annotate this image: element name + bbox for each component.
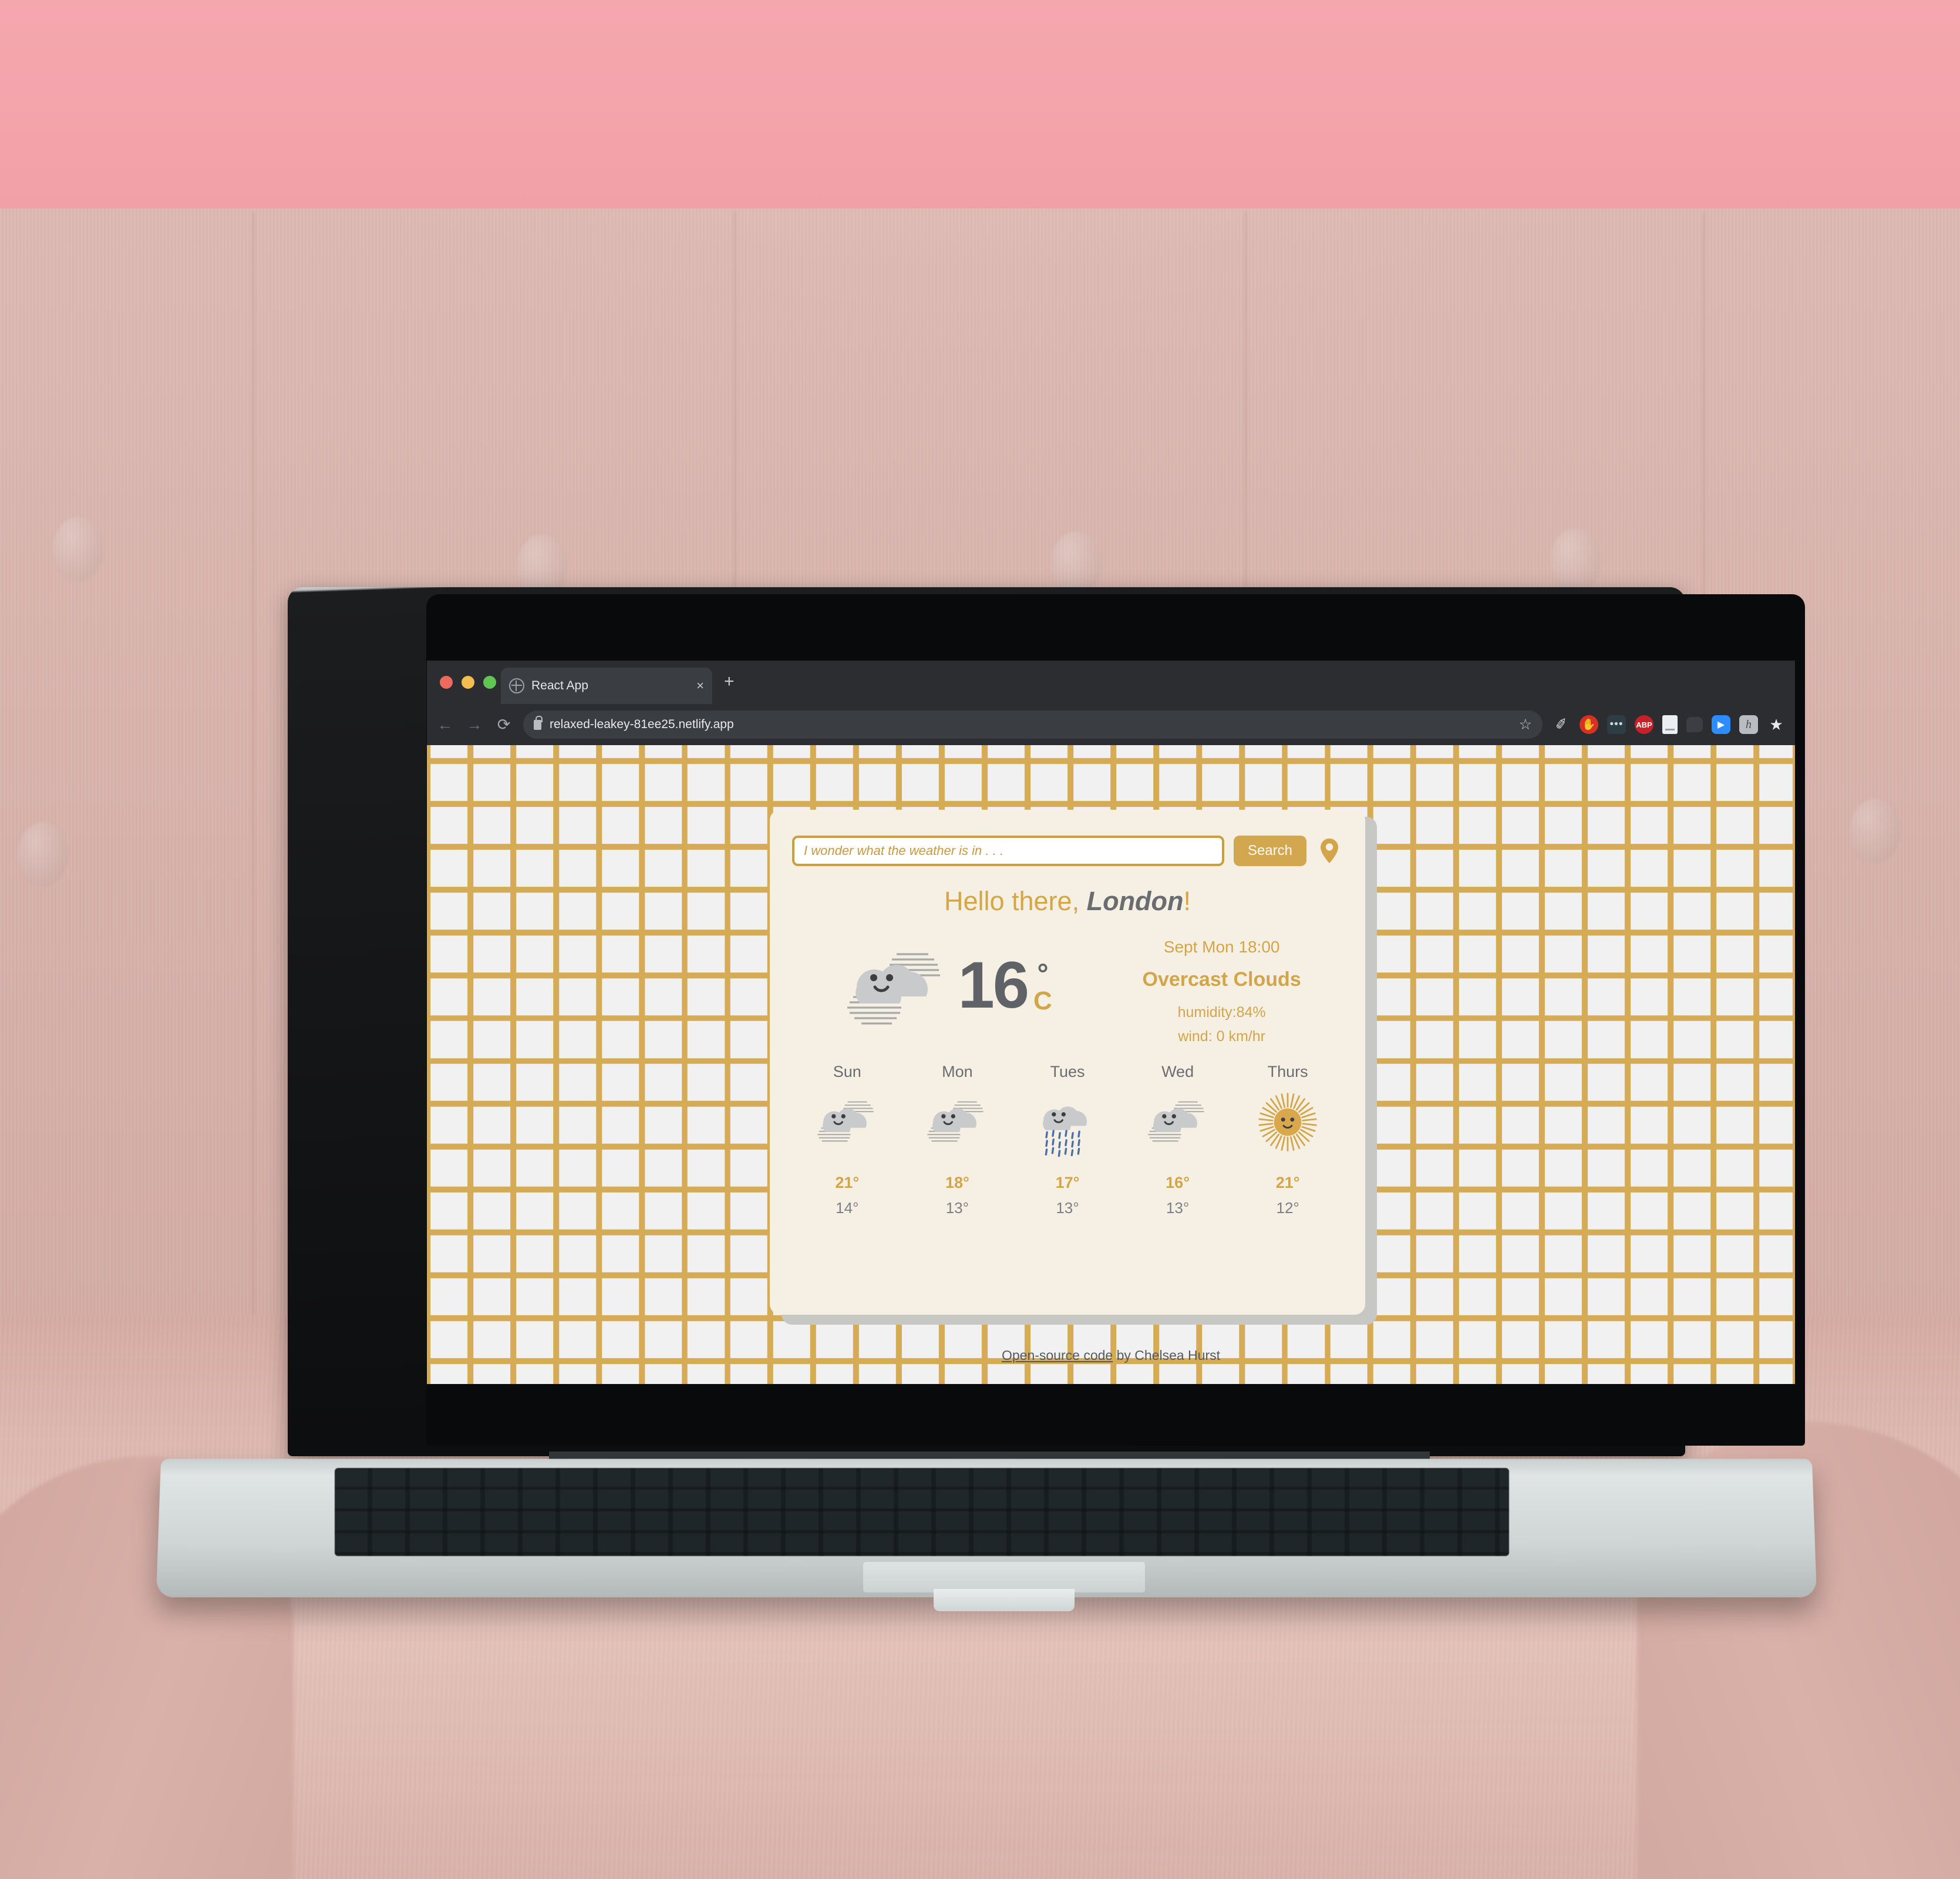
honey-icon[interactable]: h	[1739, 715, 1758, 734]
celsius-label: C	[1033, 989, 1052, 1013]
forecast-day: Sun 21° 14°	[792, 1063, 902, 1217]
footer-author: by Chelsea Hurst	[1113, 1348, 1220, 1363]
forecast-day: Mon 18° 13°	[902, 1063, 1013, 1217]
laptop-front-notch	[934, 1589, 1075, 1611]
search-input[interactable]	[792, 836, 1224, 866]
window-controls[interactable]	[440, 676, 496, 689]
laptop-keyboard	[335, 1468, 1509, 1556]
map-pin-glyph	[1319, 838, 1339, 864]
url-text: relaxed-leakey-81ee25.netlify.app	[550, 718, 734, 732]
greeting: Hello there, London!	[792, 886, 1343, 917]
adblock-plus-icon[interactable]: ABP	[1635, 715, 1653, 734]
new-tab-button[interactable]: +	[724, 676, 735, 688]
document-icon[interactable]	[1662, 715, 1678, 734]
current-conditions: 16 ° C Sept Mon 18:00 Overcast Clouds hu…	[792, 932, 1343, 1045]
forecast-high: 17°	[1012, 1174, 1123, 1192]
open-source-code-link[interactable]: Open-source code	[1002, 1348, 1113, 1363]
ublock-stop-icon[interactable]: ✋	[1580, 715, 1598, 734]
forecast-day-name: Sun	[792, 1063, 902, 1081]
forecast-day-name: Mon	[902, 1063, 1013, 1081]
greeting-prefix: Hello there,	[944, 886, 1079, 916]
browser-toolbar: ← → ⟳ relaxed-leakey-81ee25.netlify.app …	[427, 704, 1795, 745]
forecast-day: Wed 16° 13°	[1123, 1063, 1233, 1217]
map-pin-icon[interactable]	[1316, 836, 1343, 866]
couch-tuft	[53, 517, 103, 581]
back-button[interactable]: ←	[435, 716, 455, 734]
forecast-high: 18°	[902, 1174, 1013, 1192]
laptop-lid: React App × + ← → ⟳ relaxed-leakey-81ee2…	[288, 587, 1685, 1456]
overcast-cloud-icon	[792, 1092, 902, 1166]
current-humidity: humidity:84%	[1100, 1004, 1343, 1021]
address-bar[interactable]: relaxed-leakey-81ee25.netlify.app ☆	[523, 710, 1543, 739]
pink-wall	[0, 0, 1960, 211]
current-temperature: 16	[958, 952, 1028, 1018]
page-footer: Open-source code by Chelsea Hurst	[427, 1348, 1795, 1363]
forecast-low: 12°	[1232, 1199, 1343, 1217]
forecast-low: 13°	[1012, 1199, 1123, 1217]
couch-tuft	[18, 822, 68, 887]
current-temp-block: 16 ° C	[792, 932, 1100, 1029]
current-wind: wind: 0 km/hr	[1100, 1028, 1343, 1045]
weather-app-page: Search Hello there, London!	[427, 745, 1795, 1384]
rain-cloud-icon	[1012, 1092, 1123, 1166]
greeting-city: London	[1087, 886, 1184, 916]
browser-window: React App × + ← → ⟳ relaxed-leakey-81ee2…	[427, 661, 1795, 1384]
forecast-day-name: Tues	[1012, 1063, 1123, 1081]
browser-tab[interactable]: React App ×	[501, 668, 712, 704]
overcast-cloud-icon	[902, 1092, 1013, 1166]
zoom-icon[interactable]: ▶	[1712, 715, 1730, 734]
extensions-tray: ✐ ✋ ••• ABP ▶ h ★	[1552, 715, 1787, 734]
current-details: Sept Mon 18:00 Overcast Clouds humidity:…	[1100, 932, 1343, 1045]
laptop-bezel: React App × + ← → ⟳ relaxed-leakey-81ee2…	[426, 594, 1805, 1446]
overcast-cloud-icon	[840, 941, 952, 1029]
couch-tuft	[1550, 528, 1601, 593]
forecast-row: Sun 21° 14° Mon 18° 13° Tues 17° 13° Wed…	[792, 1063, 1343, 1217]
forecast-day-name: Wed	[1123, 1063, 1233, 1081]
forecast-day: Tues 17° 13°	[1012, 1063, 1123, 1217]
forecast-low: 14°	[792, 1199, 902, 1217]
tab-strip: React App × +	[427, 661, 1795, 704]
bookmark-star-icon[interactable]: ☆	[1519, 716, 1532, 733]
couch-tuft	[1850, 799, 1900, 863]
search-row: Search	[792, 836, 1343, 866]
tab-title: React App	[531, 679, 689, 693]
close-tab-icon[interactable]: ×	[696, 678, 704, 693]
degree-symbol: °	[1037, 962, 1048, 987]
forward-button[interactable]: →	[464, 716, 484, 734]
current-datetime: Sept Mon 18:00	[1100, 938, 1343, 957]
forecast-high: 21°	[792, 1174, 902, 1192]
forecast-high: 21°	[1232, 1174, 1343, 1192]
greeting-suffix: !	[1184, 886, 1191, 916]
maximize-window-button[interactable]	[483, 676, 496, 689]
forecast-low: 13°	[902, 1199, 1013, 1217]
forecast-high: 16°	[1123, 1174, 1233, 1192]
temperature-unit: ° C	[1033, 962, 1052, 1013]
globe-favicon-icon	[509, 678, 524, 693]
forecast-day-name: Thurs	[1232, 1063, 1343, 1081]
reload-button[interactable]: ⟳	[494, 716, 514, 734]
puzzle-piece-icon[interactable]: ★	[1767, 715, 1786, 734]
sun-icon	[1232, 1092, 1343, 1166]
minimize-window-button[interactable]	[462, 676, 474, 689]
pen-icon[interactable]: ✐	[1551, 714, 1572, 735]
laptop: React App × + ← → ⟳ relaxed-leakey-81ee2…	[159, 587, 1814, 1644]
browser-chrome: React App × + ← → ⟳ relaxed-leakey-81ee2…	[427, 661, 1795, 745]
dots-icon[interactable]: •••	[1607, 715, 1626, 734]
speech-bubble-icon[interactable]	[1686, 717, 1703, 732]
close-window-button[interactable]	[440, 676, 453, 689]
weather-card: Search Hello there, London!	[770, 810, 1365, 1315]
forecast-day: Thurs 21° 12°	[1232, 1063, 1343, 1217]
laptop-trackpad	[863, 1562, 1145, 1592]
overcast-cloud-icon	[1123, 1092, 1233, 1166]
forecast-low: 13°	[1123, 1199, 1233, 1217]
lock-icon	[534, 720, 541, 730]
couch-tuft	[1051, 531, 1102, 596]
current-description: Overcast Clouds	[1100, 968, 1343, 991]
search-button[interactable]: Search	[1234, 836, 1306, 866]
